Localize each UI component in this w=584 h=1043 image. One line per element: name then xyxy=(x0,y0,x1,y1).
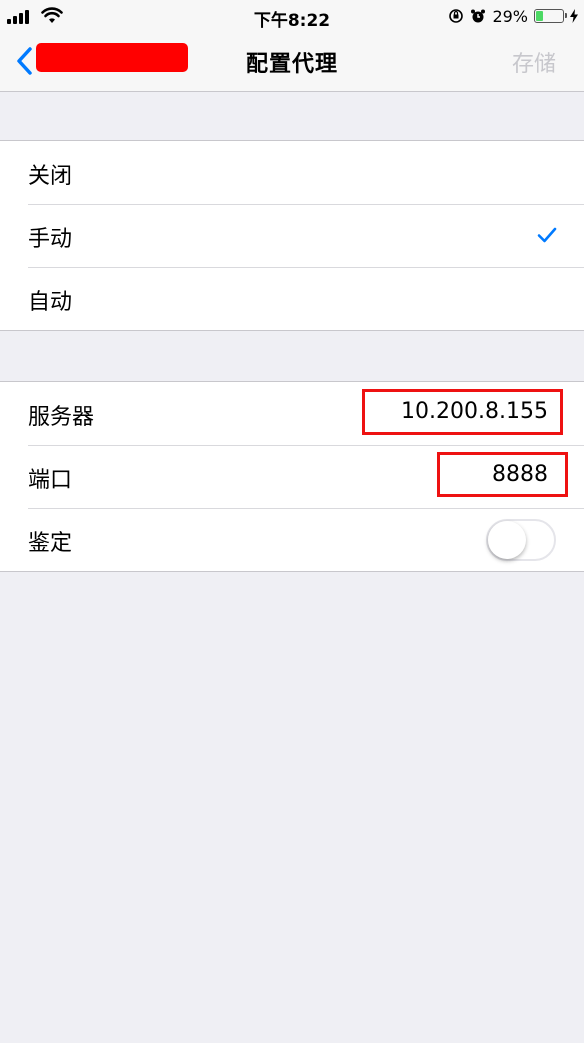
server-highlight-box xyxy=(362,389,563,435)
server-label: 服务器 xyxy=(28,405,95,430)
checkmark-icon xyxy=(537,227,557,243)
toggle-knob xyxy=(488,521,526,559)
alarm-icon xyxy=(471,9,486,23)
page-title: 配置代理 xyxy=(245,52,338,77)
save-button[interactable]: 存储 xyxy=(512,46,556,78)
authentication-toggle[interactable] xyxy=(486,519,556,561)
authentication-row: 鉴定 xyxy=(0,508,584,571)
proxy-mode-off-label: 关闭 xyxy=(28,164,73,189)
orientation-lock-icon xyxy=(449,9,464,23)
navigation-bar: 配置代理 存储 xyxy=(0,32,584,92)
proxy-mode-auto[interactable]: 自动 xyxy=(0,267,584,330)
battery-icon xyxy=(534,9,567,23)
port-highlight-box xyxy=(437,452,568,497)
proxy-settings-group: 服务器 10.200.8.155 端口 8888 鉴定 xyxy=(0,381,584,572)
port-label: 端口 xyxy=(28,468,73,493)
authentication-label: 鉴定 xyxy=(28,531,73,556)
server-row: 服务器 10.200.8.155 xyxy=(0,382,584,445)
charging-icon xyxy=(570,9,578,23)
proxy-mode-manual[interactable]: 手动 xyxy=(0,204,584,267)
status-bar: 下午8:22 29% xyxy=(0,0,584,32)
proxy-mode-manual-label: 手动 xyxy=(28,227,73,252)
battery-percentage: 29% xyxy=(492,6,528,26)
proxy-mode-group: 关闭 手动 自动 xyxy=(0,140,584,331)
proxy-mode-auto-label: 自动 xyxy=(28,290,73,315)
status-right-group: 29% xyxy=(448,6,578,26)
proxy-mode-off[interactable]: 关闭 xyxy=(0,141,584,204)
port-row: 端口 8888 xyxy=(0,445,584,508)
battery-fill xyxy=(536,11,543,21)
